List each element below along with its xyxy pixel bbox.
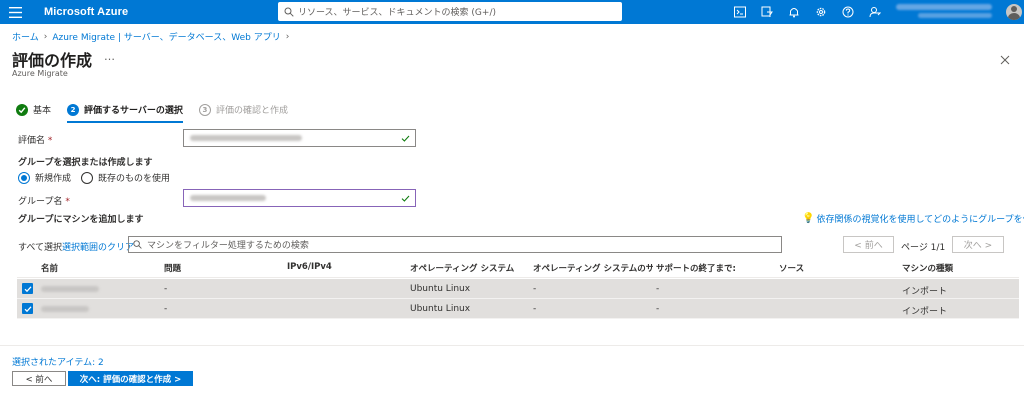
account-info[interactable] xyxy=(888,3,1000,21)
tab-review-create[interactable]: 3 評価の確認と作成 xyxy=(198,103,288,116)
group-name-field[interactable] xyxy=(183,189,416,207)
feedback-icon[interactable] xyxy=(861,0,888,24)
column-header[interactable]: マシンの種類 xyxy=(902,262,953,274)
next-page-button[interactable]: 次へ > xyxy=(952,236,1004,253)
machine-name xyxy=(41,306,89,312)
assessment-name-field[interactable] xyxy=(183,129,416,147)
column-header[interactable]: サポートの終了まで: xyxy=(656,262,736,274)
os-cell: Ubuntu Linux xyxy=(410,284,471,294)
column-header[interactable]: 問題 xyxy=(164,262,181,274)
add-machines-heading: グループにマシンを追加します xyxy=(18,215,144,225)
top-navigation-bar: Microsoft Azure リソース、サービス、ドキュメントの検索 (G+/… xyxy=(0,0,1024,24)
footer-divider xyxy=(0,345,1024,346)
end-of-support-cell: - xyxy=(656,284,660,294)
close-icon xyxy=(1000,55,1010,65)
machine-type-cell: インポート xyxy=(902,307,948,317)
page-title: 評価の作成 xyxy=(12,51,93,70)
radio-create-new[interactable]: 新規作成 xyxy=(18,171,71,184)
machine-filter-input[interactable]: マシンをフィルター処理するための検索 xyxy=(128,236,782,253)
issues-cell: - xyxy=(164,304,168,314)
chevron-right-icon: › xyxy=(285,31,290,42)
table-row[interactable]: - Ubuntu Linux - - インポート xyxy=(17,299,1019,319)
search-icon xyxy=(284,7,294,17)
os-support-cell: - xyxy=(533,284,537,294)
table-header: 名前 問題 IPv6/IPv4 オペレーティング システム オペレーティング シ… xyxy=(17,258,1019,278)
bell-icon[interactable] xyxy=(780,0,807,24)
directory-filter-icon[interactable] xyxy=(753,0,780,24)
row-checkbox[interactable] xyxy=(22,283,33,294)
issues-cell: - xyxy=(164,284,168,294)
column-header[interactable]: 名前 xyxy=(41,262,58,274)
column-header[interactable]: ソース xyxy=(779,262,804,274)
breadcrumb: ホーム › Azure Migrate | サーバー、データベース、Web アプ… xyxy=(12,30,294,44)
wizard-steps: 基本 2 評価するサーバーの選択 3 評価の確認と作成 xyxy=(16,103,304,123)
machine-type-cell: インポート xyxy=(902,287,948,297)
checkmark-icon xyxy=(24,285,31,292)
os-support-cell: - xyxy=(533,304,537,314)
tab-select-servers[interactable]: 2 評価するサーバーの選択 xyxy=(67,103,183,123)
row-checkbox[interactable] xyxy=(22,303,33,314)
group-section-heading: グループを選択または作成します xyxy=(18,158,153,168)
cloud-shell-icon[interactable] xyxy=(726,0,753,24)
avatar[interactable] xyxy=(1006,4,1022,20)
more-options-button[interactable]: … xyxy=(104,50,116,63)
column-header[interactable]: IPv6/IPv4 xyxy=(287,262,332,272)
page-subtitle: Azure Migrate xyxy=(12,69,68,78)
chevron-right-icon: › xyxy=(43,31,48,42)
global-search-input[interactable]: リソース、サービス、ドキュメントの検索 (G+/) xyxy=(278,2,622,21)
breadcrumb-azure-migrate[interactable]: Azure Migrate | サーバー、データベース、Web アプリ xyxy=(52,30,280,43)
end-of-support-cell: - xyxy=(656,304,660,314)
tab-basics[interactable]: 基本 xyxy=(16,103,51,116)
select-all-link[interactable]: すべて選択 xyxy=(18,240,62,253)
valid-check-icon xyxy=(401,135,410,142)
portal-brand[interactable]: Microsoft Azure xyxy=(44,6,128,18)
group-name-label: グループ名 * xyxy=(18,197,70,207)
radio-use-existing[interactable]: 既存のものを使用 xyxy=(81,171,170,184)
previous-page-button[interactable]: < 前へ xyxy=(843,236,894,253)
os-cell: Ubuntu Linux xyxy=(410,304,471,314)
machine-name xyxy=(41,286,99,292)
column-header[interactable]: オペレーティング システムのサポ… xyxy=(533,262,653,274)
group-radio-group: 新規作成 既存のものを使用 xyxy=(18,171,180,184)
step-number: 2 xyxy=(67,103,80,116)
hamburger-menu-icon[interactable] xyxy=(0,0,30,24)
selected-items-count: 選択されたアイテム: 2 xyxy=(12,358,104,368)
dependency-help-link[interactable]: 💡 依存関係の視覚化を使用してどのようにグループを作成するか xyxy=(802,212,1024,225)
breadcrumb-home[interactable]: ホーム xyxy=(12,30,39,43)
search-placeholder: リソース、サービス、ドキュメントの検索 (G+/) xyxy=(298,8,496,18)
previous-button[interactable]: < 前へ xyxy=(12,371,66,386)
clear-selection-link[interactable]: 選択範囲のクリア xyxy=(62,240,134,253)
page-info: ページ 1/1 xyxy=(901,243,946,253)
step-label: 評価するサーバーの選択 xyxy=(84,106,183,116)
table-row[interactable]: - Ubuntu Linux - - インポート xyxy=(17,279,1019,299)
valid-check-icon xyxy=(401,195,410,202)
gear-icon[interactable] xyxy=(807,0,834,24)
step-label: 基本 xyxy=(33,106,52,116)
checkmark-icon xyxy=(24,305,31,312)
close-button[interactable] xyxy=(1000,50,1014,65)
next-review-create-button[interactable]: 次へ: 評価の確認と作成 > xyxy=(68,371,193,386)
checkmark-icon xyxy=(16,103,28,116)
assessment-name-label: 評価名 * xyxy=(18,136,53,146)
lightbulb-icon: 💡 xyxy=(802,213,815,224)
column-header[interactable]: オペレーティング システム xyxy=(410,262,514,274)
help-icon[interactable] xyxy=(834,0,861,24)
search-icon xyxy=(133,240,142,249)
step-label: 評価の確認と作成 xyxy=(215,106,288,116)
step-number: 3 xyxy=(198,103,211,116)
